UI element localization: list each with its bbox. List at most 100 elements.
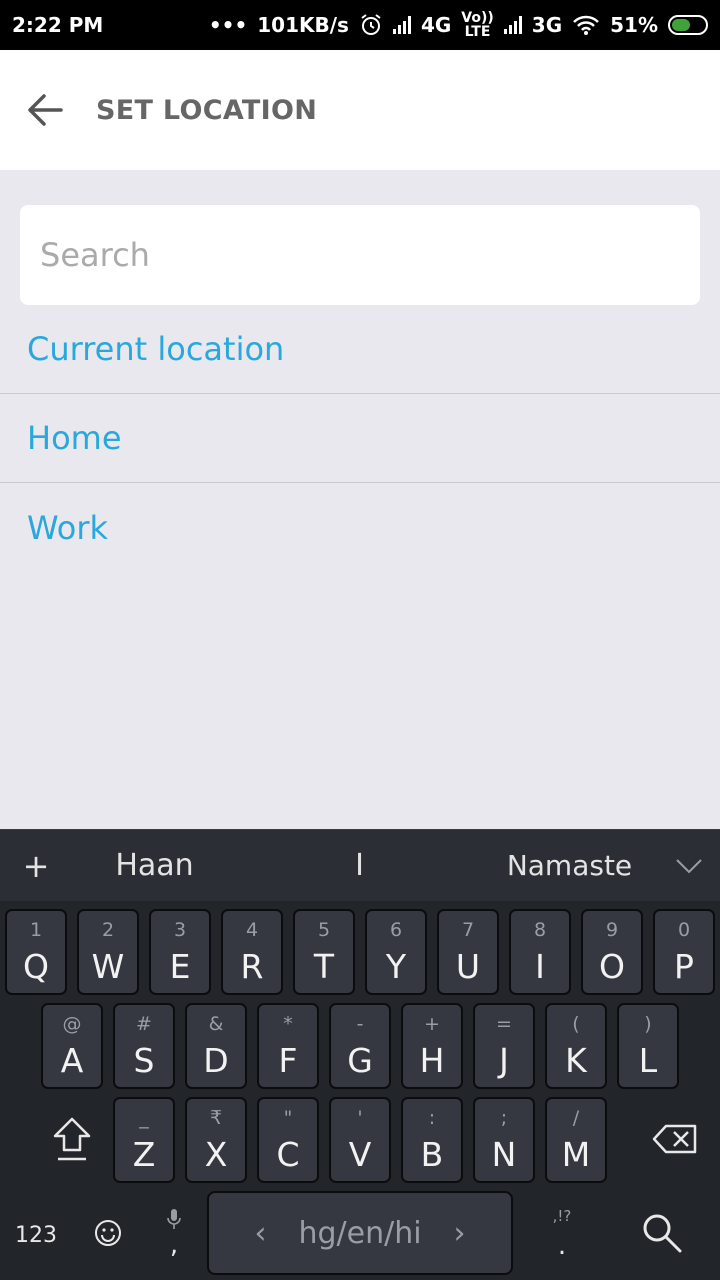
key-t[interactable]: 5T	[293, 909, 355, 995]
status-bar: 2:22 PM ••• 101KB/s 4G Vo)) LTE 3G 51%	[0, 0, 720, 50]
backspace-key[interactable]	[640, 1109, 710, 1169]
key-v[interactable]: ' V	[329, 1097, 391, 1183]
key-w[interactable]: 2W	[77, 909, 139, 995]
key-sub-label: 4	[245, 919, 259, 941]
key-label: A	[60, 1041, 84, 1080]
key-label: L	[638, 1041, 658, 1080]
key-d[interactable]: & D	[185, 1003, 247, 1089]
punct-sub: ,!?	[552, 1207, 572, 1225]
key-sub-label: &	[208, 1013, 224, 1035]
key-sub-label: "	[283, 1107, 293, 1129]
key-sub-label: #	[136, 1013, 152, 1035]
key-label: R	[240, 947, 264, 986]
key-label: X	[204, 1135, 228, 1174]
plus-button[interactable]: +	[0, 847, 72, 885]
search-input[interactable]	[20, 205, 700, 305]
page-title: SET LOCATION	[96, 94, 318, 126]
key-sub-label: )	[644, 1013, 652, 1035]
key-z[interactable]: _ Z	[113, 1097, 175, 1183]
key-label: Y	[385, 947, 407, 986]
suggestion-middle[interactable]: I	[237, 848, 482, 883]
list-item-home[interactable]: Home	[0, 394, 720, 483]
key-label: D	[203, 1041, 229, 1080]
key-m[interactable]: / M	[545, 1097, 607, 1183]
key-q[interactable]: 1Q	[5, 909, 67, 995]
status-speed: 101KB/s	[257, 13, 349, 37]
key-label: H	[419, 1041, 445, 1080]
status-net2: 3G	[531, 13, 563, 37]
comma-label: ,	[169, 1230, 179, 1260]
key-sub-label: 8	[533, 919, 547, 941]
key-label: Q	[23, 947, 49, 986]
key-i[interactable]: 8I	[509, 909, 571, 995]
key-sub-label: '	[357, 1107, 363, 1129]
list-item-current-location[interactable]: Current location	[0, 305, 720, 394]
alarm-icon	[361, 14, 381, 35]
suggestion-left[interactable]: Haan	[72, 848, 237, 883]
comma-key[interactable]: ,	[154, 1200, 194, 1266]
key-b[interactable]: :B	[401, 1097, 463, 1183]
key-sub-label: 9	[605, 919, 619, 941]
emoji-key[interactable]	[88, 1210, 128, 1256]
key-sub-label: 1	[29, 919, 43, 941]
numbers-key[interactable]: 123	[8, 1210, 64, 1260]
key-label: Z	[132, 1135, 156, 1174]
status-dots: •••	[208, 13, 248, 37]
back-button[interactable]	[0, 50, 90, 170]
suggestion-bar: + Haan I Namaste	[0, 829, 720, 901]
chevron-left-icon: ‹	[254, 1215, 267, 1251]
key-k[interactable]: (K	[545, 1003, 607, 1089]
list-item-work[interactable]: Work	[0, 483, 720, 572]
key-label: B	[420, 1135, 444, 1174]
key-n[interactable]: ; N	[473, 1097, 535, 1183]
space-key[interactable]: ‹ hg/en/hi ›	[207, 1191, 513, 1275]
app-bar: SET LOCATION	[0, 50, 720, 170]
key-sub-label: 6	[389, 919, 403, 941]
key-label: O	[599, 947, 625, 986]
suggestion-right[interactable]: Namaste	[482, 849, 657, 882]
shift-key[interactable]	[22, 1109, 122, 1169]
key-label: M	[561, 1135, 591, 1174]
key-p[interactable]: 0P	[653, 909, 715, 995]
period-key[interactable]: ,!? .	[540, 1200, 584, 1266]
key-x[interactable]: ₹ X	[185, 1097, 247, 1183]
key-y[interactable]: 6Y	[365, 909, 427, 995]
key-label: S	[133, 1041, 155, 1080]
chevron-right-icon: ›	[453, 1215, 466, 1251]
backspace-icon	[652, 1124, 697, 1154]
key-sub-label: /	[572, 1107, 580, 1129]
key-c[interactable]: " C	[257, 1097, 319, 1183]
key-sub-label: ₹	[209, 1107, 223, 1129]
key-a[interactable]: @ A	[41, 1003, 103, 1089]
volte-icon: Vo)) LTE	[461, 10, 494, 40]
status-battery-text: 51%	[610, 13, 658, 37]
key-sub-label: 3	[173, 919, 187, 941]
key-s[interactable]: # S	[113, 1003, 175, 1089]
status-time: 2:22 PM	[12, 13, 104, 37]
chevron-down-icon[interactable]	[657, 858, 720, 874]
key-label: W	[91, 947, 125, 986]
key-sub-label: 0	[677, 919, 691, 941]
mic-icon	[167, 1209, 181, 1229]
key-u[interactable]: 7U	[437, 909, 499, 995]
search-key[interactable]	[636, 1210, 688, 1256]
key-label: V	[348, 1135, 372, 1174]
key-f[interactable]: * F	[257, 1003, 319, 1089]
key-sub-label: 2	[101, 919, 115, 941]
key-h[interactable]: + H	[401, 1003, 463, 1089]
search-icon	[643, 1214, 682, 1253]
key-sub-label: @	[62, 1013, 82, 1035]
key-sub-label: ;	[500, 1107, 508, 1129]
key-r[interactable]: 4R	[221, 909, 283, 995]
space-label: hg/en/hi	[298, 1215, 422, 1251]
key-e[interactable]: 3E	[149, 909, 211, 995]
key-sub-label: =	[496, 1013, 512, 1035]
key-label: P	[674, 947, 694, 986]
key-label: C	[276, 1135, 300, 1174]
key-l[interactable]: ) L	[617, 1003, 679, 1089]
key-j[interactable]: = J	[473, 1003, 535, 1089]
key-sub-label: _	[139, 1107, 149, 1129]
key-g[interactable]: -G	[329, 1003, 391, 1089]
key-o[interactable]: 9O	[581, 909, 643, 995]
key-label: F	[278, 1041, 298, 1080]
